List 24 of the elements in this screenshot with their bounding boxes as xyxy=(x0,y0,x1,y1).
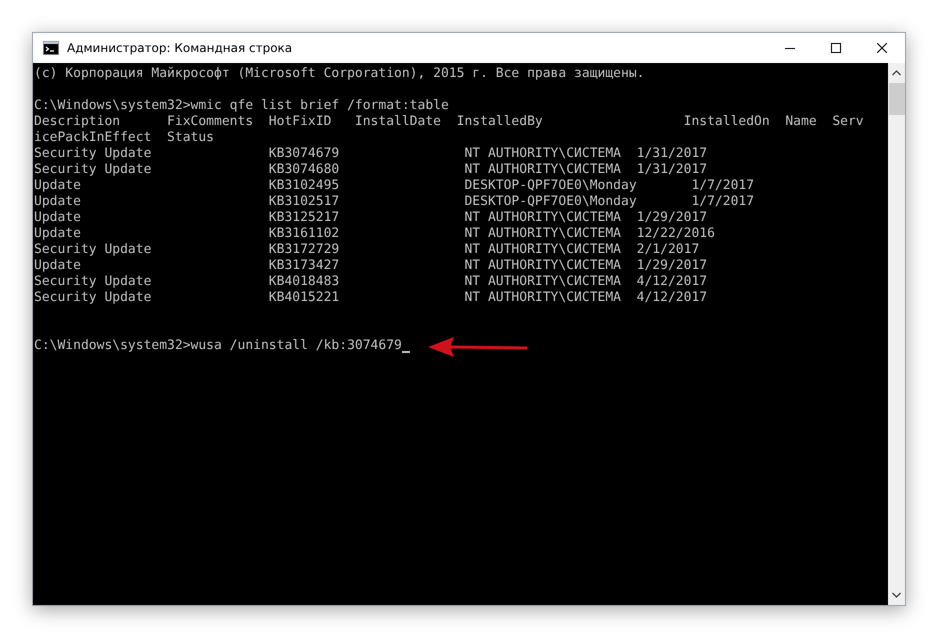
console-line: Update KB3161102 NT AUTHORITY\СИСТЕМА 12/22/2016 xyxy=(34,226,716,242)
console-line: Security Update KB3074679 NT AUTHORITY\СИСТЕМА 1/31/2017 xyxy=(34,146,708,162)
console-line: Description FixComments HotFixID InstallDate InstalledBy InstalledOn Name Serv xyxy=(34,114,865,130)
scrollbar[interactable] xyxy=(888,63,905,605)
console-line: Security Update KB4018483 NT AUTHORITY\СИСТЕМА 4/12/2017 xyxy=(34,274,708,290)
window-title: Администратор: Командная строка xyxy=(67,41,292,55)
arrow-icon xyxy=(428,337,528,357)
console-command: C:\Windows\system32>wmic qfe list brief /format:table xyxy=(34,98,450,114)
console-command: C:\Windows\system32>wusa /uninstall /kb:3074679 xyxy=(34,338,402,354)
console-line: Security Update KB4015221 NT AUTHORITY\СИСТЕМА 4/12/2017 xyxy=(34,290,708,306)
console-line: (c) Корпорация Майкрософт (Microsoft Corporation), 2015 г. Все права защищены. xyxy=(34,66,646,82)
console-icon xyxy=(43,41,59,55)
console-line: icePackInEffect Status xyxy=(34,130,216,146)
console-line: Update KB3102517 DESKTOP-QPF7OE0\Monday 1/7/2017 xyxy=(34,194,756,210)
close-icon xyxy=(877,43,887,53)
scroll-down-icon[interactable] xyxy=(892,592,901,598)
maximize-icon xyxy=(831,43,841,53)
scroll-up-icon[interactable] xyxy=(892,70,901,76)
console-line: Update KB3125217 NT AUTHORITY\СИСТЕМА 1/29/2017 xyxy=(34,210,708,226)
console-line: Update KB3102495 DESKTOP-QPF7OE0\Monday 1/7/2017 xyxy=(34,178,756,194)
scrollbar-thumb[interactable] xyxy=(888,83,904,115)
console-line: Security Update KB3172729 NT AUTHORITY\СИСТЕМА 2/1/2017 xyxy=(34,242,700,258)
console-line: Security Update KB3074680 NT AUTHORITY\СИСТЕМА 1/31/2017 xyxy=(34,162,708,178)
console-line: Update KB3173427 NT AUTHORITY\СИСТЕМА 1/29/2017 xyxy=(34,258,708,274)
